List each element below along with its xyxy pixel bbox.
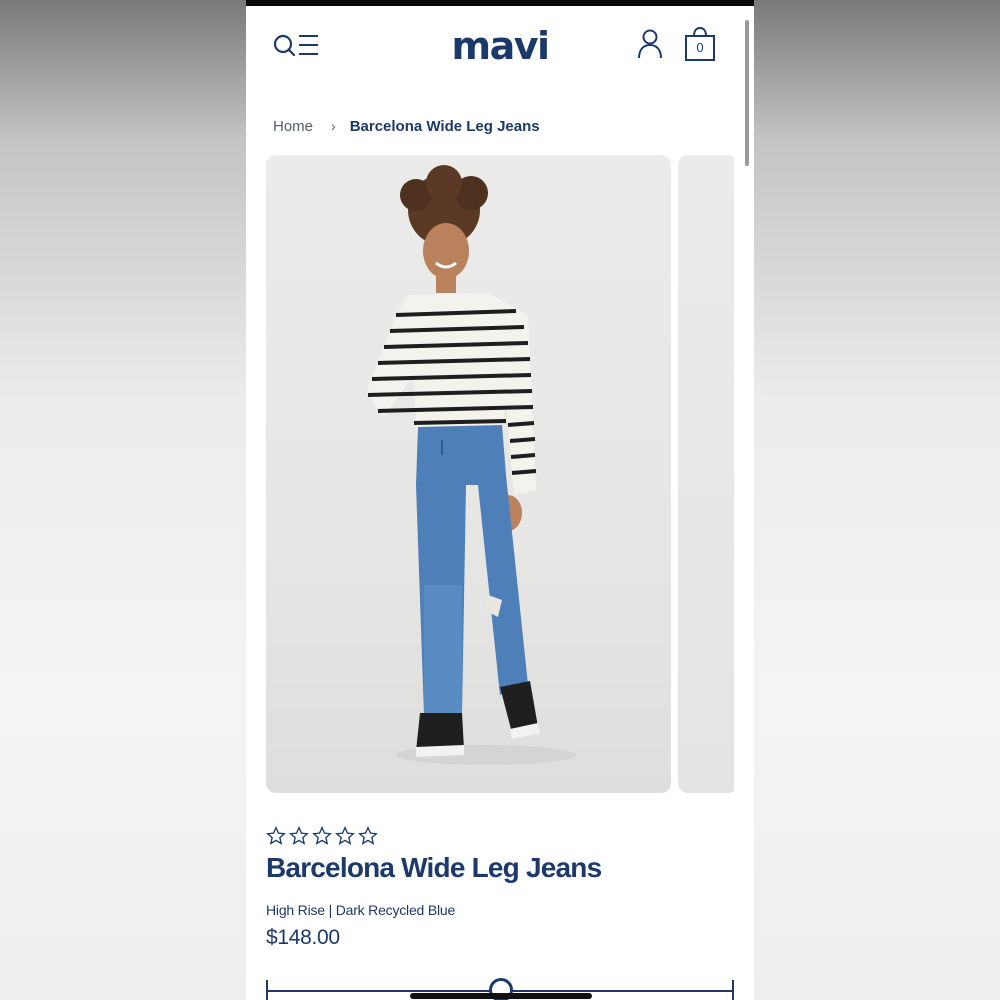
slider-end-right xyxy=(732,980,734,1000)
star-outline-icon xyxy=(335,826,355,845)
cart-button[interactable]: 0 xyxy=(684,26,716,62)
product-subtitle: High Rise | Dark Recycled Blue xyxy=(266,902,456,918)
product-price: $148.00 xyxy=(266,926,340,949)
rating-stars[interactable] xyxy=(266,826,378,846)
star-outline-icon xyxy=(312,826,332,845)
blurred-backdrop-left xyxy=(0,0,246,1000)
product-photo-next[interactable] xyxy=(678,155,734,793)
product-photo-main[interactable] xyxy=(266,155,671,793)
chevron-right-icon: › xyxy=(331,118,336,134)
star-outline-icon xyxy=(289,826,309,845)
brand-logo[interactable]: mavi xyxy=(246,24,754,68)
product-image-carousel[interactable] xyxy=(266,155,734,795)
breadcrumb-current: Barcelona Wide Leg Jeans xyxy=(349,117,540,135)
home-indicator[interactable] xyxy=(410,993,592,999)
cart-count: 0 xyxy=(696,40,704,55)
model-wearing-jeans-image xyxy=(366,165,576,765)
star-outline-icon xyxy=(266,826,286,845)
breadcrumb: Home › Barcelona Wide Leg Jeans xyxy=(273,116,540,136)
site-header: mavi 0 xyxy=(246,6,754,86)
account-button[interactable] xyxy=(636,28,664,60)
mobile-page: mavi 0 Home › Barcelona Wide Leg Jeans B… xyxy=(246,0,754,1000)
account-icon xyxy=(638,29,662,59)
blurred-backdrop-right xyxy=(754,0,1000,1000)
breadcrumb-home-link[interactable]: Home xyxy=(273,118,313,135)
scrollbar[interactable] xyxy=(745,20,749,166)
star-outline-icon xyxy=(358,826,378,845)
product-title: Barcelona Wide Leg Jeans xyxy=(266,852,602,883)
